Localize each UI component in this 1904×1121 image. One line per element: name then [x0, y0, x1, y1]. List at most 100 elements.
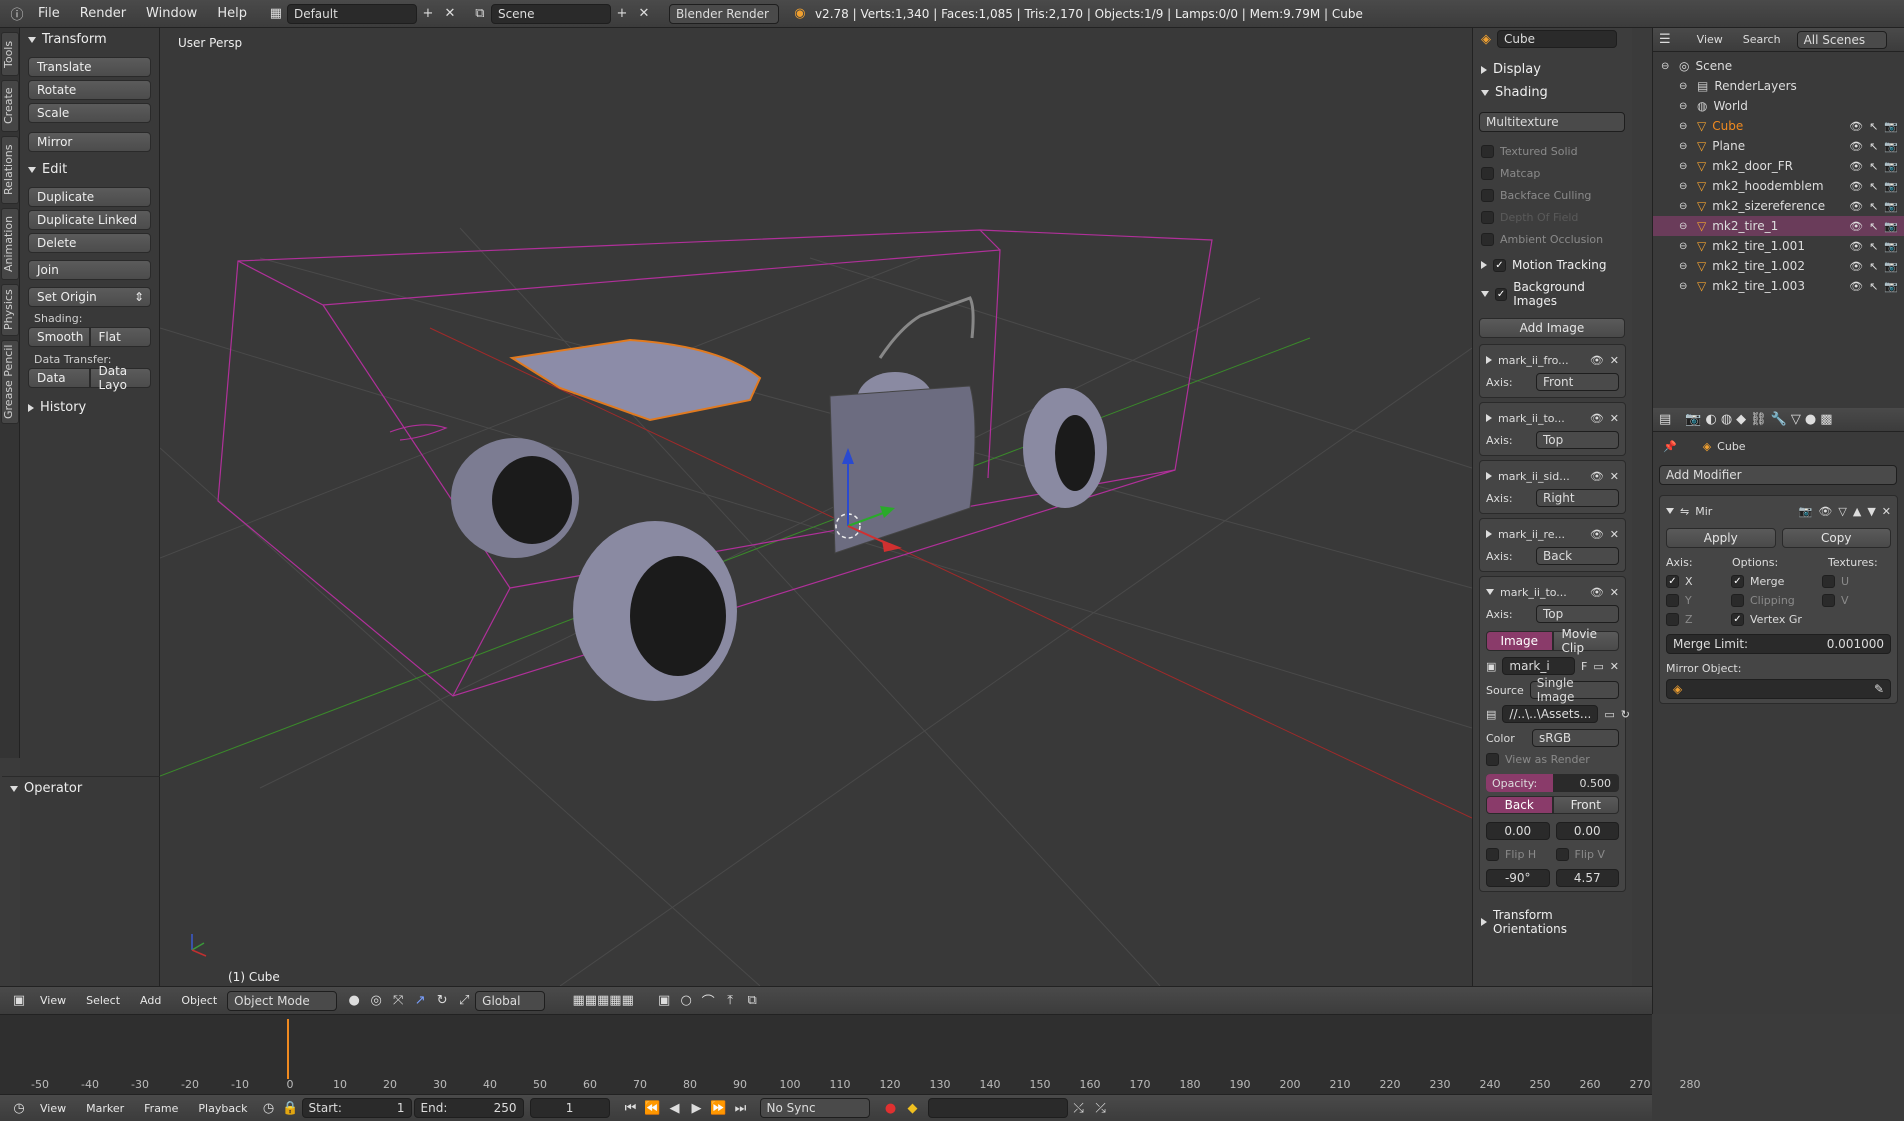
- copy-button[interactable]: Copy: [1781, 528, 1891, 548]
- eye-icon[interactable]: 👁: [1849, 160, 1863, 173]
- front-toggle[interactable]: Front: [1552, 796, 1619, 814]
- set-origin-select[interactable]: Set Origin ⇕: [28, 287, 151, 307]
- outliner-item[interactable]: ⊖ ◍ World: [1653, 96, 1904, 116]
- checkbox[interactable]: [1481, 210, 1494, 224]
- data-tab-icon[interactable]: ▽: [1791, 412, 1801, 427]
- expand-icon[interactable]: [1486, 356, 1492, 364]
- tl-menu-view[interactable]: View: [30, 1102, 76, 1115]
- insert-keyframe-icon[interactable]: ⤯: [1068, 1098, 1090, 1118]
- tree-expand-icon[interactable]: ⊖: [1679, 161, 1691, 172]
- editor-type-icon[interactable]: ▣: [8, 991, 30, 1011]
- modifier-name[interactable]: Mir: [1695, 505, 1792, 518]
- outliner-item[interactable]: ⊖ ▽ mk2_hoodemblem 👁 ↖ 📷: [1653, 176, 1904, 196]
- backface-culling-row[interactable]: Backface Culling: [1481, 184, 1624, 206]
- eye-icon[interactable]: 👁: [1849, 140, 1863, 153]
- outliner-item[interactable]: ⊖ ▽ mk2_door_FR 👁 ↖ 📷: [1653, 156, 1904, 176]
- vp-menu-select[interactable]: Select: [76, 994, 130, 1007]
- 3d-viewport[interactable]: User Persp (1) Cube: [160, 28, 1472, 986]
- render-tab-icon[interactable]: 📷: [1685, 412, 1701, 427]
- outliner-item[interactable]: ⊖ ◎ Scene: [1653, 56, 1904, 76]
- delete-keyframe-icon[interactable]: ⤰: [1090, 1098, 1112, 1118]
- cursor-icon[interactable]: ↖: [1869, 120, 1878, 133]
- menu-file[interactable]: File: [28, 6, 70, 21]
- vp-menu-add[interactable]: Add: [130, 994, 171, 1007]
- opacity-slider[interactable]: Opacity: 0.500: [1486, 774, 1619, 792]
- collapse-icon[interactable]: [1666, 508, 1674, 514]
- jump-end-icon[interactable]: ⏭: [730, 1098, 752, 1118]
- proportional-edit-icon[interactable]: ○: [675, 991, 697, 1011]
- jump-keyframe-back-icon[interactable]: ⏪: [642, 1098, 664, 1118]
- texture-u-checkbox[interactable]: [1822, 575, 1835, 588]
- start-frame-field[interactable]: Start: 1: [301, 1098, 412, 1118]
- mirror-button[interactable]: Mirror: [28, 132, 151, 152]
- image-browse-icon[interactable]: ▣: [1486, 660, 1496, 673]
- keying-set-icon[interactable]: ◆: [902, 1098, 924, 1118]
- remove-icon[interactable]: ✕: [1610, 528, 1619, 541]
- translate-button[interactable]: Translate: [28, 57, 151, 77]
- tire-front-right[interactable]: [1023, 388, 1107, 508]
- camera-icon[interactable]: 📷: [1884, 240, 1898, 253]
- axis-select[interactable]: Front: [1536, 373, 1619, 391]
- tree-expand-icon[interactable]: ⊖: [1679, 221, 1691, 232]
- tree-expand-icon[interactable]: ⊖: [1679, 281, 1691, 292]
- axis-select[interactable]: Top: [1536, 605, 1619, 623]
- scene-selector[interactable]: Scene: [490, 3, 611, 24]
- eye-icon[interactable]: 👁: [1590, 528, 1604, 541]
- tab-create[interactable]: Create: [1, 80, 19, 132]
- delete-button[interactable]: Delete: [28, 233, 151, 253]
- tab-tools[interactable]: Tools: [1, 32, 19, 76]
- remove-icon[interactable]: ✕: [1610, 354, 1619, 367]
- movie-clip-tab[interactable]: Movie Clip: [1552, 627, 1619, 655]
- tree-expand-icon[interactable]: ⊖: [1679, 181, 1691, 192]
- cursor-icon[interactable]: ↖: [1869, 280, 1878, 293]
- properties-editor-icon[interactable]: ▤: [1659, 412, 1671, 427]
- layout-grid-icon[interactable]: ▦: [265, 4, 287, 24]
- keying-set-field[interactable]: [927, 1098, 1068, 1118]
- eye-icon[interactable]: 👁: [1590, 354, 1604, 367]
- render-preview-icon[interactable]: ⧉: [741, 991, 763, 1011]
- flat-button[interactable]: Flat: [89, 327, 151, 347]
- cursor-icon[interactable]: ↖: [1869, 180, 1878, 193]
- add-modifier-select[interactable]: Add Modifier: [1659, 465, 1897, 485]
- move-down-icon[interactable]: ▼: [1867, 505, 1875, 518]
- tab-relations[interactable]: Relations: [1, 136, 19, 204]
- filepath-field[interactable]: //..\..\Assets...: [1502, 705, 1599, 723]
- camera-icon[interactable]: 📷: [1884, 180, 1898, 193]
- image-tab[interactable]: Image: [1486, 631, 1553, 651]
- transform-orientation-select[interactable]: Global: [475, 990, 546, 1011]
- image-datablock[interactable]: mark_i: [1502, 657, 1576, 675]
- scene-tab-icon[interactable]: ◐: [1705, 412, 1716, 427]
- tree-expand-icon[interactable]: ⊖: [1679, 201, 1691, 212]
- source-select[interactable]: Single Image: [1529, 676, 1619, 704]
- view-as-render-checkbox[interactable]: [1486, 753, 1499, 766]
- merge-checkbox[interactable]: ✓: [1731, 575, 1744, 588]
- scene-icon[interactable]: ⧉: [469, 4, 491, 24]
- hood-mesh[interactable]: [509, 338, 762, 422]
- menu-window[interactable]: Window: [136, 6, 207, 21]
- expand-icon[interactable]: [1486, 472, 1492, 480]
- tl-menu-frame[interactable]: Frame: [134, 1102, 188, 1115]
- viewport-toggle-icon[interactable]: 👁: [1818, 505, 1832, 518]
- add-image-button[interactable]: Add Image: [1479, 318, 1625, 338]
- background-images-checkbox[interactable]: ✓: [1495, 287, 1508, 301]
- object-name-field[interactable]: Cube: [1497, 30, 1617, 48]
- shading-mode-select[interactable]: Multitexture: [1479, 112, 1625, 132]
- expand-icon[interactable]: [1486, 414, 1492, 422]
- apply-button[interactable]: Apply: [1666, 528, 1776, 548]
- outliner-search-menu[interactable]: Search: [1743, 33, 1781, 46]
- checkbox[interactable]: [1481, 144, 1494, 158]
- snap-icon[interactable]: ⌒: [697, 991, 719, 1011]
- tree-expand-icon[interactable]: ⊖: [1679, 261, 1691, 272]
- unlink-icon[interactable]: ✕: [1610, 660, 1619, 673]
- cursor-icon[interactable]: ↖: [1869, 140, 1878, 153]
- operator-panel-header[interactable]: Operator: [2, 776, 160, 800]
- flip-v-checkbox[interactable]: [1555, 848, 1569, 861]
- duplicate-linked-button[interactable]: Duplicate Linked: [28, 210, 151, 230]
- shading-panel-header[interactable]: Shading: [1473, 81, 1632, 104]
- outliner-display-select[interactable]: All Scenes: [1796, 30, 1887, 49]
- sync-select[interactable]: No Sync: [759, 1098, 870, 1118]
- eyedropper-icon[interactable]: ✎: [1874, 682, 1884, 696]
- layout-selector[interactable]: Default: [286, 3, 417, 24]
- timeline-editor-icon[interactable]: ◷: [8, 1098, 30, 1118]
- pin-icon[interactable]: 📌: [1663, 440, 1677, 453]
